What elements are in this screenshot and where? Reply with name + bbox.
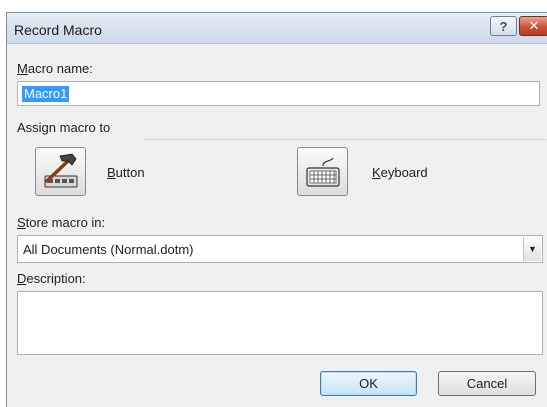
button-option-label: Button <box>107 165 145 180</box>
help-icon: ? <box>499 18 508 34</box>
store-macro-label: Store macro in: <box>17 215 105 230</box>
store-macro-mnemonic: S <box>17 215 26 230</box>
store-macro-text: tore macro in: <box>25 215 106 230</box>
cancel-button-label: Cancel <box>466 376 508 391</box>
description-mnemonic: D <box>17 271 27 286</box>
assign-button-button[interactable] <box>35 147 86 196</box>
store-macro-select[interactable]: All Documents (Normal.dotm) ▼ <box>17 235 543 263</box>
ok-button[interactable]: OK <box>320 371 417 396</box>
keyboard-option-text: eyboard <box>380 165 428 180</box>
chevron-down-icon: ▼ <box>528 244 537 254</box>
macro-name-label: Macro name: <box>17 61 93 76</box>
button-option-text: utton <box>115 165 145 180</box>
record-macro-dialog: Record Macro ? ✕ Macro name: Macro1 Assi… <box>6 12 547 407</box>
assign-group-divider <box>143 139 546 140</box>
button-option-mnemonic: B <box>107 165 116 180</box>
description-label: Description: <box>17 271 86 286</box>
description-field[interactable] <box>17 291 543 355</box>
macro-name-label-mnemonic: M <box>17 61 28 76</box>
macro-name-input[interactable]: Macro1 <box>17 81 540 106</box>
macro-name-value: Macro1 <box>22 86 70 102</box>
assign-macro-label: Assign macro to <box>17 120 111 135</box>
title-bar[interactable]: Record Macro ? ✕ <box>7 13 547 44</box>
assign-keyboard-button[interactable] <box>297 147 348 196</box>
close-icon: ✕ <box>528 18 540 33</box>
hammer-icon <box>44 153 77 187</box>
cancel-button[interactable]: Cancel <box>438 371 536 396</box>
description-text: escription: <box>26 271 86 286</box>
keyboard-icon <box>305 157 340 187</box>
store-macro-selected-value: All Documents (Normal.dotm) <box>23 242 194 257</box>
close-button[interactable]: ✕ <box>519 16 547 36</box>
keyboard-option-mnemonic: K <box>372 165 381 180</box>
ok-button-label: OK <box>359 376 378 391</box>
macro-name-label-text: acro name: <box>27 61 93 76</box>
dropdown-arrow-button[interactable]: ▼ <box>523 237 541 261</box>
keyboard-option-label: Keyboard <box>372 165 428 180</box>
help-button[interactable]: ? <box>490 16 517 36</box>
dialog-title: Record Macro <box>14 22 102 38</box>
